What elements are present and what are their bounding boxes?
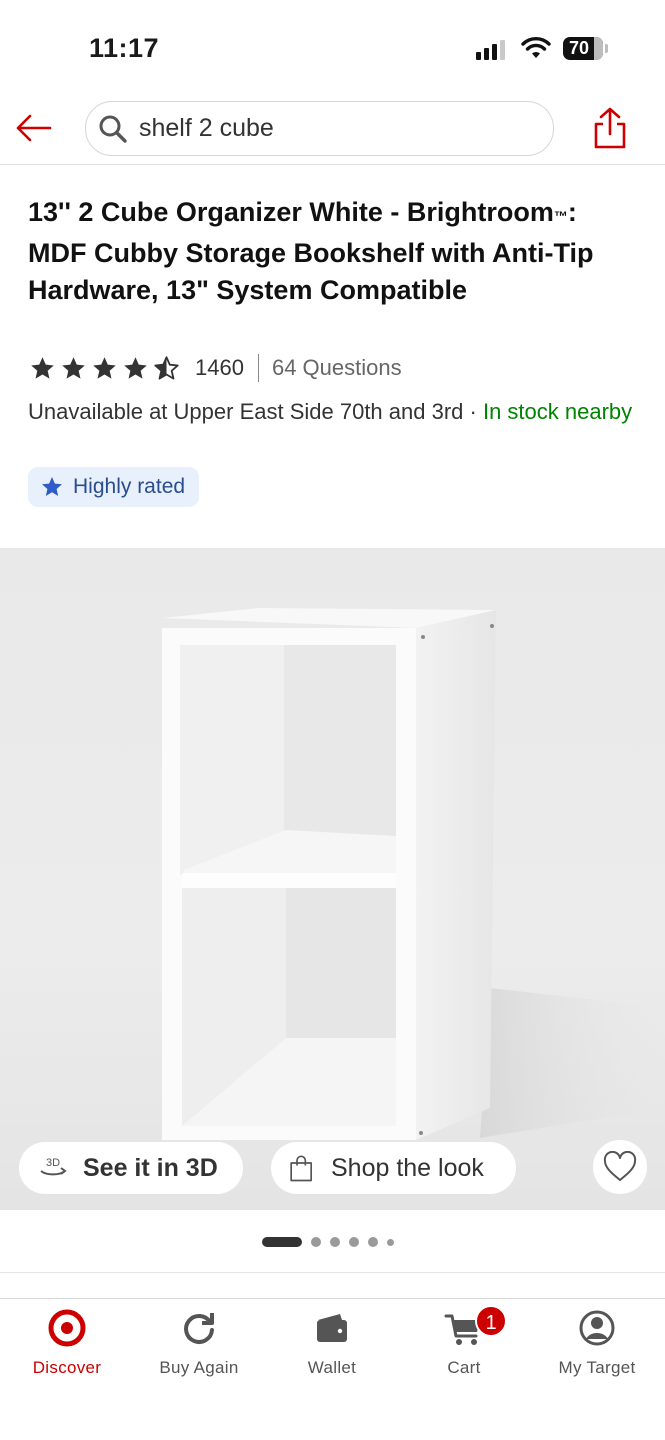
3d-icon-text: 3D	[46, 1157, 60, 1169]
tab-label: My Target	[558, 1358, 636, 1377]
back-arrow-icon[interactable]	[14, 112, 54, 144]
rating-stars	[28, 355, 181, 382]
3d-view-icon: 3D	[40, 1157, 67, 1176]
tab-label: Buy Again	[159, 1358, 239, 1377]
status-time: 11:17	[89, 33, 160, 63]
cart-count-badge: 1	[475, 1305, 507, 1337]
tab-buy-again[interactable]: Buy Again	[139, 1308, 259, 1378]
product-image-carousel[interactable]: 3D See it in 3D Shop the look	[0, 548, 665, 1210]
target-logo-icon	[48, 1309, 86, 1347]
header-divider	[0, 164, 665, 165]
see-in-3d-button[interactable]: 3D See it in 3D	[19, 1142, 243, 1194]
refresh-icon	[184, 1313, 214, 1344]
product-title: 13'' 2 Cube Organizer White - Brightroom…	[28, 197, 594, 305]
rating-row[interactable]: 1460 64 Questions	[28, 353, 402, 383]
see-in-3d-label: See it in 3D	[83, 1153, 218, 1182]
battery-level: 70	[569, 38, 590, 58]
star-icon	[42, 477, 62, 496]
search-bar[interactable]	[85, 101, 554, 156]
tab-my-target[interactable]: My Target	[537, 1308, 657, 1378]
pager-dot-active[interactable]	[262, 1237, 302, 1247]
shopping-bag-icon	[290, 1155, 312, 1182]
in-stock-nearby-link[interactable]: In stock nearby	[483, 399, 632, 424]
section-divider	[0, 1272, 665, 1273]
battery-nub	[605, 44, 608, 53]
tab-label: Discover	[32, 1358, 102, 1377]
star-full-icon	[124, 356, 147, 379]
shop-the-look-label: Shop the look	[331, 1153, 484, 1182]
badge-label: Highly rated	[73, 475, 186, 498]
search-icon	[99, 115, 127, 143]
share-icon[interactable]	[592, 106, 628, 150]
tab-label: Wallet	[307, 1358, 357, 1377]
wallet-icon	[317, 1314, 347, 1342]
profile-icon	[579, 1310, 615, 1346]
rating-count[interactable]: 1460	[195, 355, 244, 381]
star-half-icon	[154, 355, 179, 380]
product-image	[162, 608, 665, 1140]
search-input[interactable]	[139, 114, 519, 143]
tab-discover[interactable]: Discover	[7, 1308, 127, 1378]
battery-icon: 70	[563, 37, 603, 60]
tab-wallet[interactable]: Wallet	[272, 1308, 392, 1378]
questions-link[interactable]: 64 Questions	[272, 355, 402, 381]
star-full-icon	[62, 356, 85, 379]
trademark-symbol: ™	[553, 208, 568, 224]
carousel-pager	[262, 1237, 394, 1247]
tab-label: Cart	[447, 1358, 481, 1377]
tab-bar-divider	[0, 1298, 665, 1299]
pager-dot[interactable]	[387, 1238, 394, 1246]
pager-dot[interactable]	[349, 1237, 359, 1247]
shop-the-look-button[interactable]: Shop the look	[271, 1142, 516, 1194]
highly-rated-badge: Highly rated	[28, 467, 200, 507]
favorite-button[interactable]	[593, 1140, 647, 1194]
pager-dot[interactable]	[330, 1237, 340, 1247]
availability-text: Unavailable at Upper East Side 70th and …	[28, 399, 633, 424]
wifi-icon	[521, 37, 551, 58]
star-full-icon	[31, 356, 54, 379]
cellular-signal-icon	[476, 40, 508, 60]
rating-separator	[257, 354, 259, 382]
heart-icon	[603, 1151, 637, 1181]
star-full-icon	[93, 356, 116, 379]
pager-dot[interactable]	[368, 1237, 378, 1247]
pager-dot[interactable]	[311, 1237, 321, 1247]
